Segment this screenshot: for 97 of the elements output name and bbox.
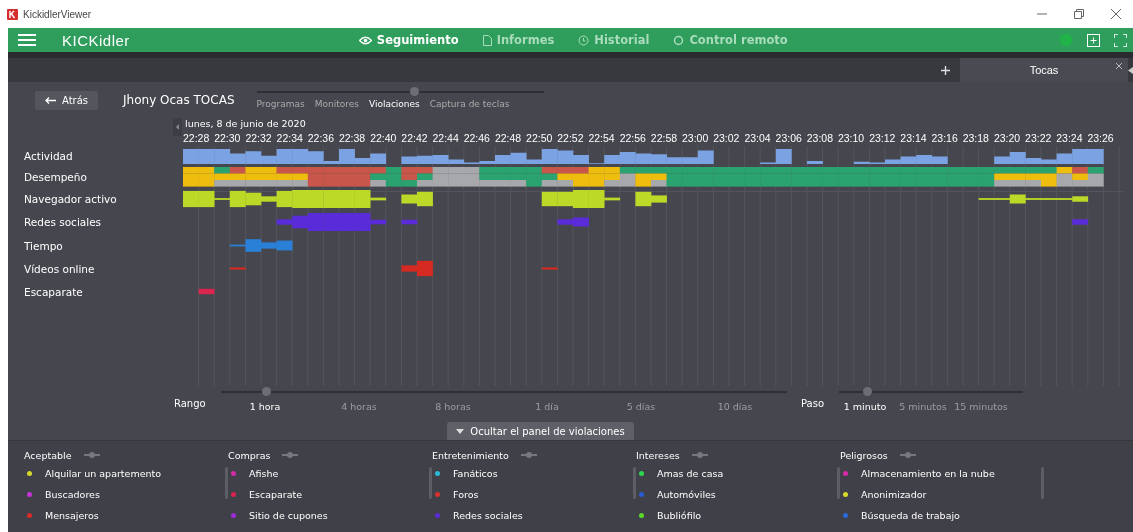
back-button[interactable]: Atrás: [35, 90, 99, 110]
category-item[interactable]: Amas de casa: [657, 468, 724, 479]
time-label: 23:14: [900, 132, 928, 144]
time-label: 22:58: [650, 132, 679, 144]
time-label: 23:06: [775, 132, 803, 144]
category-item[interactable]: Anonimizador: [861, 489, 927, 500]
fullscreen-icon[interactable]: [1114, 33, 1127, 47]
app-logo-icon: [7, 8, 18, 20]
category-item[interactable]: Mensajeros: [45, 510, 99, 521]
time-label: 22:52: [557, 132, 585, 144]
category-item[interactable]: Escaparate: [249, 489, 303, 500]
time-label: 23:04: [744, 132, 772, 144]
time-label: 22:48: [494, 132, 523, 144]
employee-name: Jhony Ocas TOCAS: [123, 93, 235, 107]
app-logo: KICKidler: [62, 31, 130, 49]
window-title: KickidlerViewer: [23, 8, 92, 20]
lane-label: Escaparate: [24, 285, 83, 298]
lane-label: Redes sociales: [24, 216, 102, 228]
time-label: 22:44: [432, 132, 460, 144]
view-option[interactable]: Violaciones: [368, 99, 420, 109]
range-option[interactable]: 4 horas: [312, 401, 406, 412]
hide-panel-button[interactable]: Ocultar el panel de violaciones: [447, 422, 634, 440]
category-item[interactable]: Bubliófilo: [657, 510, 702, 521]
remote-icon: [673, 34, 685, 46]
category-item[interactable]: Búsqueda de trabajo: [861, 510, 960, 521]
view-option[interactable]: Monitores: [314, 99, 359, 109]
view-option[interactable]: Captura de teclas: [429, 99, 510, 109]
scroll-left-icon[interactable]: [173, 118, 182, 136]
time-label: 22:36: [307, 132, 336, 144]
timeline-date: lunes, 8 de junio de 2020: [184, 118, 307, 130]
category-title: Compras: [228, 449, 271, 461]
range-option[interactable]: 1 día: [500, 401, 594, 412]
category-item[interactable]: Automóviles: [657, 489, 716, 500]
category-item[interactable]: Foros: [453, 489, 479, 500]
lane-label: Desempeño: [24, 171, 87, 183]
time-label: 22:38: [338, 132, 367, 144]
time-label: 22:56: [619, 132, 647, 144]
time-label: 22:28: [183, 132, 211, 144]
time-label: 22:32: [245, 132, 273, 144]
add-tab-icon[interactable]: [941, 65, 950, 75]
range-label: Rango: [173, 397, 207, 411]
time-label: 23:00: [682, 132, 710, 144]
step-option[interactable]: 5 minutos: [894, 401, 952, 412]
category-title: Intereses: [636, 449, 680, 461]
time-label: 22:42: [401, 132, 429, 144]
lane-label: Tiempo: [24, 239, 63, 252]
category-title: Aceptable: [24, 449, 72, 461]
time-label: 22:30: [214, 132, 242, 144]
close-tab-icon[interactable]: [1116, 63, 1122, 69]
time-label: 23:22: [1025, 132, 1053, 144]
view-option[interactable]: Programas: [256, 99, 305, 109]
range-option[interactable]: 5 días: [594, 401, 688, 412]
range-option[interactable]: 10 días: [688, 401, 782, 412]
time-label: 23:16: [931, 132, 959, 144]
time-label: 22:54: [588, 132, 616, 144]
close-icon[interactable]: [1111, 9, 1121, 19]
document-icon: [482, 34, 492, 46]
category-title: Entretenimiento: [432, 449, 509, 461]
caret-icon: [456, 428, 465, 434]
time-label: 23:20: [993, 132, 1022, 144]
category-item[interactable]: Fanáticos: [453, 468, 498, 479]
category-item[interactable]: Sitio de cupones: [249, 510, 328, 521]
restore-icon[interactable]: [1074, 9, 1084, 19]
employee-tab[interactable]: Tocas: [960, 58, 1128, 82]
category-item[interactable]: Afishe: [249, 468, 279, 479]
time-label: 22:50: [526, 132, 554, 144]
menu-icon[interactable]: [18, 33, 36, 47]
back-arrow-icon: [45, 96, 56, 104]
step-option[interactable]: 1 minuto: [836, 401, 894, 412]
lane-label: Actividad: [24, 150, 73, 162]
slider-handle[interactable]: [410, 87, 420, 96]
category-item[interactable]: Alquilar un apartemento: [45, 468, 162, 479]
step-label: Paso: [800, 397, 826, 411]
range-option[interactable]: 8 horas: [406, 401, 500, 412]
lane-label: Vídeos online: [24, 262, 95, 275]
category-title: Peligrosos: [840, 449, 888, 461]
time-label: 22:40: [370, 132, 398, 144]
time-label: 23:26: [1087, 132, 1115, 144]
eye-icon: [358, 35, 372, 45]
time-label: 23:24: [1056, 132, 1084, 144]
time-label: 23:08: [806, 132, 835, 144]
category-item[interactable]: Redes sociales: [453, 510, 523, 521]
slider-handle[interactable]: [262, 387, 272, 396]
slider-handle[interactable]: [862, 387, 872, 396]
category-item[interactable]: Buscadores: [45, 489, 100, 500]
time-label: 23:12: [869, 132, 897, 144]
time-label: 22:46: [463, 132, 491, 144]
history-icon: [578, 34, 590, 46]
time-label: 23:18: [962, 132, 990, 144]
time-label: 23:02: [713, 132, 741, 144]
time-label: 22:34: [276, 132, 304, 144]
category-item[interactable]: Almacenamiento en la nube: [861, 468, 995, 479]
time-label: 23:10: [837, 132, 866, 144]
lane-label: Navegador activo: [24, 193, 117, 205]
add-screen-icon[interactable]: [1087, 33, 1100, 47]
range-option[interactable]: 1 hora: [218, 401, 312, 412]
step-option[interactable]: 15 minutos: [952, 401, 1010, 412]
